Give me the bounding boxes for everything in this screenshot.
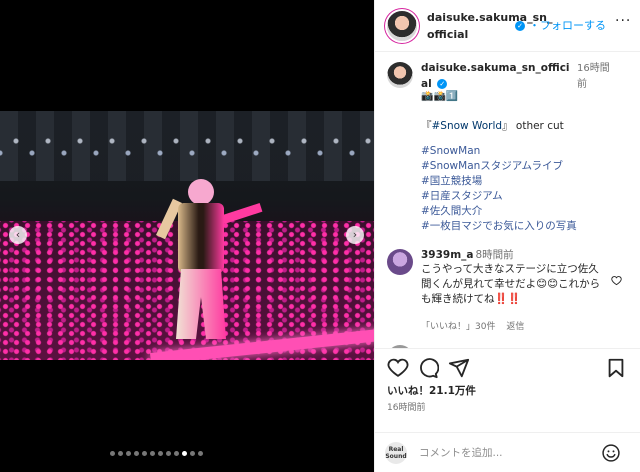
commenter-avatar[interactable]	[387, 249, 413, 275]
hashtag-link[interactable]: #佐久間大介	[421, 204, 621, 219]
more-options-icon[interactable]: ···	[615, 13, 631, 29]
caption-title-prefix: 『	[421, 120, 432, 132]
caption-time: 16時間前	[577, 63, 610, 90]
caption-hashtags: #SnowMan #SnowManスタジアムライブ #国立競技場 #日産スタジア…	[421, 144, 621, 234]
carousel-dot	[118, 451, 123, 456]
carousel-dot	[166, 451, 171, 456]
carousel-prev-button[interactable]: ‹	[9, 226, 27, 244]
post-media: ‹ ›	[0, 0, 374, 472]
carousel-dot	[182, 451, 187, 456]
caption-title: 『#Snow World』 other cut	[421, 118, 564, 133]
author-avatar[interactable]	[387, 11, 417, 41]
comment-time: 8時間前	[475, 249, 514, 261]
heart-icon[interactable]	[387, 357, 409, 379]
hashtag-link[interactable]: #SnowMan	[421, 144, 621, 159]
add-comment-bar: Real Sound コメントを追加...	[375, 432, 640, 472]
current-user-avatar[interactable]: Real Sound	[385, 442, 407, 464]
hashtag-link[interactable]: #国立競技場	[421, 174, 621, 189]
comment-likes[interactable]: 「いいね！」30件	[421, 322, 495, 332]
carousel-dot	[174, 451, 179, 456]
comment-meta: 「いいね！」30件 返信	[421, 319, 532, 332]
paper-plane-icon[interactable]	[448, 357, 470, 379]
performer	[150, 169, 263, 349]
caption-author-avatar[interactable]	[387, 62, 413, 88]
carousel-dot	[126, 451, 131, 456]
comment-text: こうやって大きなステージに立つ佐久間くんが見れて幸せだよ😊😊これからも輝き続けて…	[421, 263, 601, 305]
add-comment-input[interactable]: コメントを追加...	[419, 445, 503, 460]
like-count[interactable]: いいね！21.1万件	[387, 383, 476, 398]
hashtag-link[interactable]: #SnowManスタジアムライブ	[421, 159, 621, 174]
caption-title-hashtag[interactable]: #Snow World	[432, 120, 503, 132]
carousel-next-button[interactable]: ›	[346, 226, 364, 244]
post-timestamp: 16時間前	[387, 403, 426, 413]
comment-bubble-icon[interactable]	[417, 357, 439, 379]
carousel-dot	[190, 451, 195, 456]
caption-emoji: 📸📸1️⃣	[421, 91, 459, 102]
carousel-dot	[134, 451, 139, 456]
carousel-dot	[110, 451, 115, 456]
comment-header: 3939m_a 8時間前	[421, 247, 514, 262]
hashtag-link[interactable]: #一枚目マジでお気に入りの写真	[421, 219, 621, 234]
post-side-panel: daisuke.sakuma_sn_official ✓ ・フォローする ···…	[374, 0, 640, 472]
carousel-dot	[150, 451, 155, 456]
caption-title-suffix: 』 other cut	[502, 120, 564, 132]
carousel-dot	[198, 451, 203, 456]
reply-button[interactable]: 返信	[506, 322, 524, 332]
comment-like-icon[interactable]	[611, 275, 622, 286]
bookmark-icon[interactable]	[605, 357, 627, 379]
stadium-lights	[0, 131, 374, 171]
carousel-dot	[158, 451, 163, 456]
carousel-dot	[142, 451, 147, 456]
hashtag-link[interactable]: #日産スタジアム	[421, 189, 621, 204]
verified-badge-icon: ✓	[437, 79, 448, 89]
verified-badge-icon: ✓	[515, 21, 525, 31]
commenter-username[interactable]: 3939m_a	[421, 249, 474, 261]
follow-button[interactable]: ・フォローする	[529, 17, 606, 33]
smiley-icon[interactable]	[601, 443, 621, 463]
carousel-dots	[110, 451, 270, 457]
post-header: daisuke.sakuma_sn_official ✓ ・フォローする ···	[375, 0, 640, 52]
post-actions: いいね！21.1万件 16時間前	[375, 348, 640, 432]
comments-area: daisuke.sakuma_sn_official ✓ 16時間前 📸📸1️⃣…	[375, 52, 640, 348]
caption-author[interactable]: daisuke.sakuma_sn_official ✓	[421, 60, 571, 92]
post-photo[interactable]	[0, 111, 374, 360]
